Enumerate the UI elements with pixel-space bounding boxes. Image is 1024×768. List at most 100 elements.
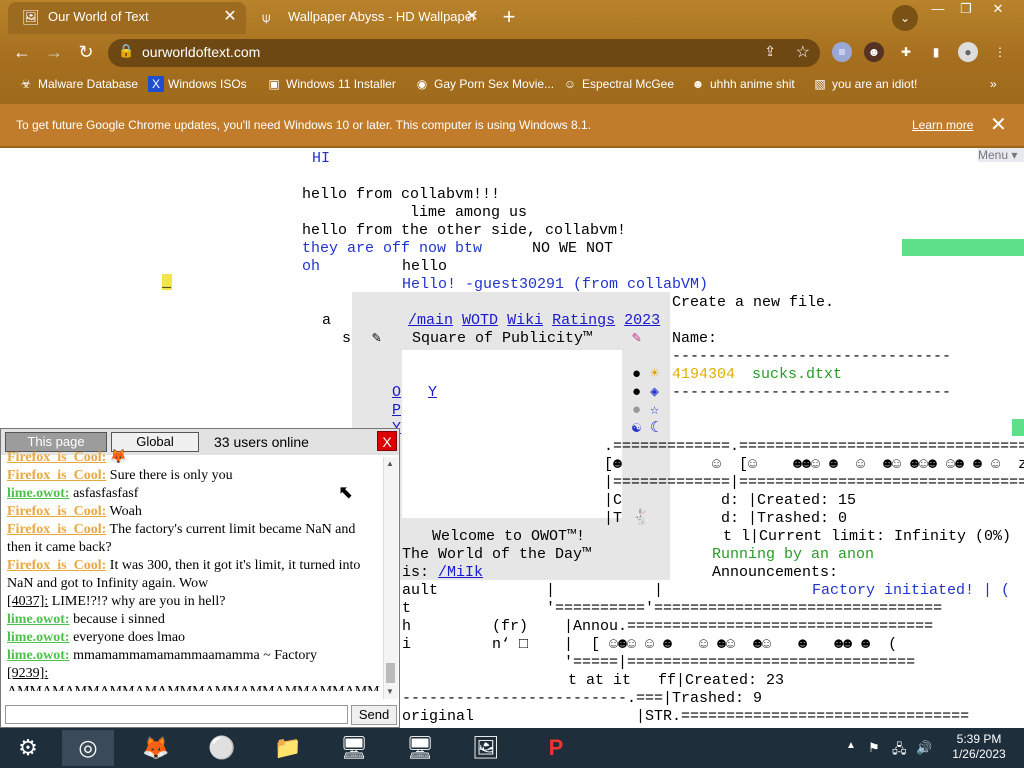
share-icon[interactable]: ⇪ [764,43,776,60]
taskbar-explorer-icon[interactable]: 📁 [262,730,314,766]
wotd-text: The World of the Day™ [402,546,592,563]
close-icon[interactable]: ✕ [464,2,480,32]
side-letter[interactable]: O [392,384,401,401]
text-line-1: hello from collabvm!!! [302,186,501,203]
create-file-text[interactable]: Create a new file. [672,294,834,312]
extension-flag-icon[interactable]: ≡ [832,42,852,62]
url-text[interactable]: ourworldoftext.com [142,44,260,60]
start-button[interactable]: ⚙ [2,730,54,766]
chat-nick[interactable]: Firefox_is_Cool: [7,522,106,537]
side-panel-icon[interactable]: ▮ [926,42,946,62]
chat-close-button[interactable]: X [377,431,397,451]
bookmark-windows-11-installer[interactable]: ▣ Windows 11 Installer [266,74,396,94]
chat-log[interactable]: Firefox_is_Cool: 🦊 Firefox_is_Cool: Sure … [7,449,381,691]
restore-button[interactable]: ❐ [952,0,980,18]
chat-nick[interactable]: Firefox_is_Cool: [7,450,106,465]
green-highlight-bar [902,239,1024,256]
bookmark-anime[interactable]: ☻ uhhh anime shit [690,74,795,94]
forward-button[interactable]: → [40,38,68,66]
bookmark-star-icon[interactable]: ☆ [796,42,810,62]
link-wotd[interactable]: WOTD [462,312,498,329]
learn-more-link[interactable]: Learn more [912,118,973,132]
chat-text: Woah [106,504,142,519]
chat-nick[interactable]: lime.owot: [7,648,70,663]
extensions-puzzle-icon[interactable]: ✚ [896,42,916,62]
bookmark-you-are-an-idiot[interactable]: ▧ you are an idiot! [812,74,917,94]
kebab-menu-icon[interactable]: ⋮ [990,42,1010,62]
chat-text: mmamammamamammaamamma ~ Factory [69,648,318,663]
tab-our-world-of-text[interactable]: 🖼 Our World of Text ✕ [8,2,246,34]
clock[interactable]: 5:39 PM 1/26/2023 [944,732,1014,762]
chat-nick[interactable]: Firefox_is_Cool: [7,558,106,573]
bookmark-movie[interactable]: ◉ Gay Porn Sex Movie... [414,74,554,94]
back-button[interactable]: ← [8,38,36,66]
tray-network-icon[interactable]: 🖧 [892,740,907,762]
tray-expand-icon[interactable]: ▲ [846,740,856,751]
ascii-line: '=====|================================ [402,654,916,671]
text-line-blue-2: oh [302,258,321,275]
profile-icon[interactable]: ● [958,42,978,62]
link-ratings[interactable]: Ratings [552,312,615,329]
minimize-button[interactable]: — [924,0,952,18]
chat-input[interactable] [5,705,348,724]
close-icon[interactable]: ✕ [222,2,238,32]
link-2023[interactable]: 2023 [624,312,660,329]
bookmark-windows-isos[interactable]: X Windows ISOs [148,74,247,94]
scroll-down-icon[interactable]: ▼ [386,687,394,696]
reload-button[interactable]: ↻ [72,38,100,66]
scroll-thumb[interactable] [386,663,395,683]
bookmarks-overflow-button[interactable]: » [990,74,997,94]
chat-nick[interactable]: lime.owot: [7,612,70,627]
file-name[interactable]: sucks.dtxt [752,366,842,384]
taskbar-app-icon[interactable]: ⚪ [196,730,248,766]
bookmark-malware-database[interactable]: ☣ Malware Database [18,74,138,94]
side-letter[interactable]: Y [428,384,437,401]
taskbar-p-app-icon[interactable]: P [530,730,582,766]
hi-text: HI [312,150,331,167]
new-tab-button[interactable]: + [496,6,522,30]
chat-nick[interactable]: [9239]: [7,666,48,681]
chat-message: [9239]: AMMAMAMMAMMAMAMMMAMMAMMAMMAMMAMM [7,665,381,691]
text-line-blue-1: they are off now btw [302,240,483,257]
chat-scrollbar[interactable]: ▲ ▼ [383,457,398,699]
taskbar-firefox-icon[interactable]: 🦊 [130,730,182,766]
taskbar-chrome-icon[interactable]: ◎ [62,730,114,766]
send-button[interactable]: Send [351,705,397,725]
close-icon[interactable]: ✕ [990,112,1007,137]
menu-button[interactable]: Menu ▾ [978,148,1024,162]
extension-avatar-icon[interactable]: ☻ [864,42,884,62]
tray-volume-icon[interactable]: 🔊 [916,740,932,756]
side-letter[interactable]: P [392,402,401,419]
chat-message: Firefox_is_Cool: Sure there is only you [7,467,381,485]
chat-message: Firefox_is_Cool: It was 300, then it got… [7,557,381,593]
page-icon: ▣ [268,77,280,91]
wallpaper-abyss-icon: ⍦ [262,9,271,25]
divider-dashes: ------------------------------- [672,384,952,401]
flag-icon: ▧ [814,77,826,91]
link-wiki[interactable]: Wiki [507,312,543,329]
chat-nick[interactable]: lime.owot: [7,630,70,645]
chat-nick[interactable]: [4037]: [7,594,48,609]
link-main[interactable]: /main [408,312,453,329]
chat-text: because i sinned [69,612,165,627]
chat-nick[interactable]: Firefox_is_Cool: [7,468,106,483]
chat-nick[interactable]: lime.owot: [7,486,70,501]
scroll-up-icon[interactable]: ▲ [386,459,394,468]
clock-date: 1/26/2023 [952,747,1006,761]
taskbar-photos-icon[interactable]: 🖼 [460,730,512,766]
wotd-link[interactable]: /MiIk [438,564,483,581]
tab-wallpaper-abyss[interactable]: ⍦ Wallpaper Abyss - HD Wallpaper ✕ [248,2,488,34]
tray-flag-icon[interactable]: ⚑ [868,740,880,756]
close-window-button[interactable]: ✕ [984,0,1012,18]
bookmark-espectral-mcgee[interactable]: ☺ Espectral McGee [562,74,674,94]
chat-message: Firefox_is_Cool: The factory's current l… [7,521,381,557]
address-bar[interactable]: 🔒 ourworldoftext.com ⇪ ☆ [108,39,820,67]
eraser-icon: ✎ [372,330,382,347]
taskbar-computer-icon[interactable]: 🖥 [328,730,380,766]
taskbar-computer-icon[interactable]: 🖥 [394,730,446,766]
browser-toolbar: ← → ↻ 🔒 ourworldoftext.com ⇪ ☆ ≡ ☻ ✚ ▮ ●… [0,34,1024,70]
ascii-line: h (fr) |Annou.==========================… [402,618,934,635]
chat-text: 🦊 [106,450,128,465]
tab-search-button[interactable]: ⌄ [892,5,918,31]
chat-nick[interactable]: Firefox_is_Cool: [7,504,106,519]
